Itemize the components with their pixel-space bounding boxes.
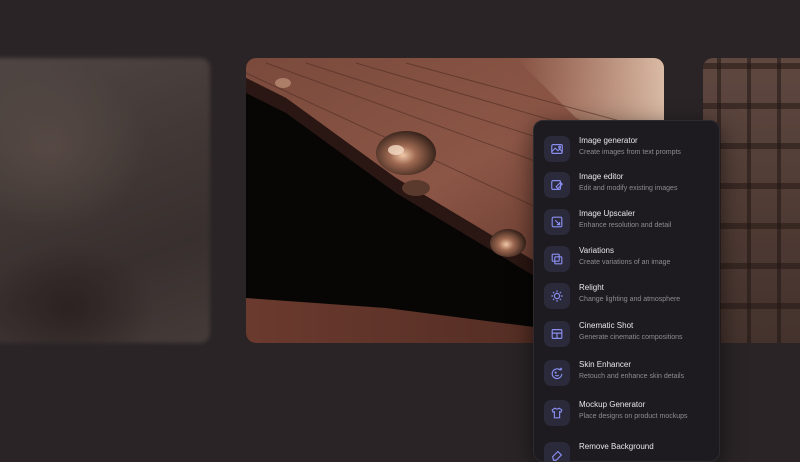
image-plus-icon — [544, 136, 570, 162]
menu-item-skin-enhancer[interactable]: Skin Enhancer Retouch and enhance skin d… — [534, 355, 719, 391]
upscale-icon — [544, 209, 570, 235]
menu-item-description: Generate cinematic compositions — [579, 334, 683, 341]
menu-item-title: Image generator — [579, 136, 638, 145]
menu-item-cinematic-shot[interactable]: Cinematic Shot Generate cinematic compos… — [534, 316, 719, 352]
tools-menu-panel: Image generator Create images from text … — [533, 120, 720, 462]
menu-item-description: Create images from text prompts — [579, 149, 681, 156]
menu-item-description: Retouch and enhance skin details — [579, 373, 685, 380]
menu-item-title: Image Upscaler — [579, 209, 636, 218]
gallery-image-left[interactable] — [0, 58, 210, 343]
menu-item-relight[interactable]: Relight Change lighting and atmosphere — [534, 278, 719, 314]
menu-item-title: Image editor — [579, 172, 624, 181]
menu-item-description: Change lighting and atmosphere — [579, 296, 681, 303]
menu-item-description: Edit and modify existing images — [579, 185, 678, 192]
menu-item-title: Skin Enhancer — [579, 360, 632, 369]
menu-item-image-generator[interactable]: Image generator Create images from text … — [534, 131, 719, 167]
film-icon — [544, 321, 570, 347]
menu-item-mockup-generator[interactable]: Mockup Generator Place designs on produc… — [534, 395, 719, 431]
face-sparkle-icon — [544, 360, 570, 386]
sun-icon — [544, 283, 570, 309]
copy-icon — [544, 246, 570, 272]
menu-item-title: Variations — [579, 246, 614, 255]
menu-item-description: Place designs on product mockups — [579, 413, 688, 420]
menu-item-variations[interactable]: Variations Create variations of an image — [534, 241, 719, 277]
eraser-icon — [544, 442, 570, 461]
image-edit-icon — [544, 172, 570, 198]
menu-item-image-editor[interactable]: Image editor Edit and modify existing im… — [534, 167, 719, 203]
menu-item-title: Mockup Generator — [579, 400, 646, 409]
menu-item-description: Enhance resolution and detail — [579, 222, 672, 229]
menu-item-description: Create variations of an image — [579, 259, 671, 266]
shirt-icon — [544, 400, 570, 426]
menu-item-title: Cinematic Shot — [579, 321, 634, 330]
menu-item-image-upscaler[interactable]: Image Upscaler Enhance resolution and de… — [534, 204, 719, 240]
menu-item-title: Relight — [579, 283, 604, 292]
